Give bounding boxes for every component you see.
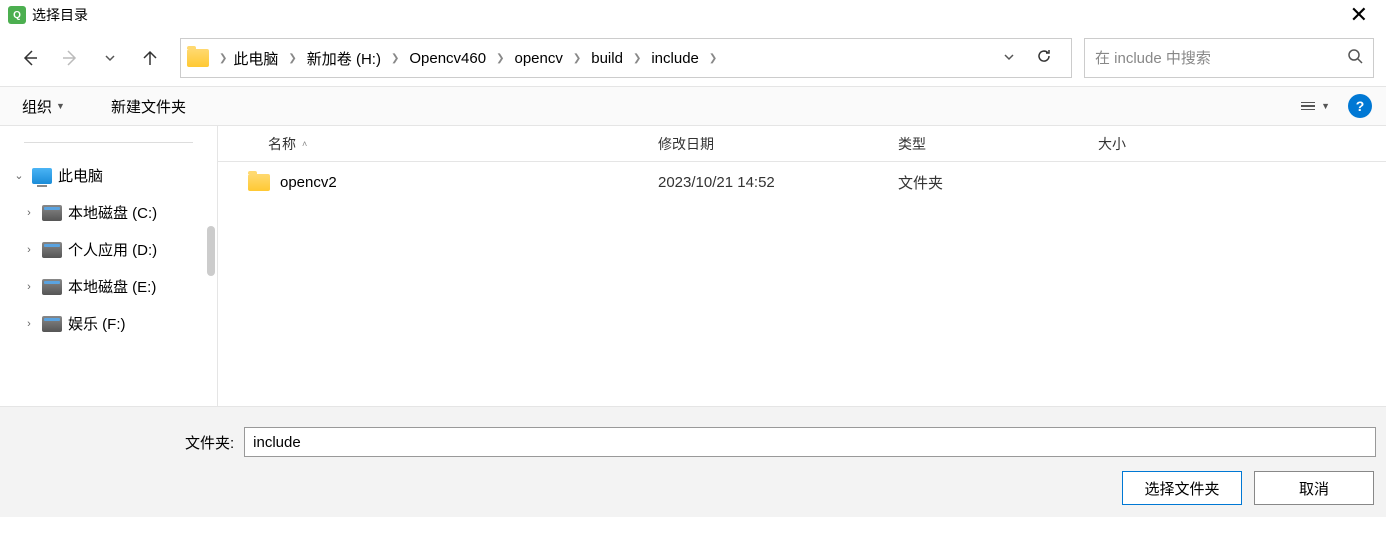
list-item[interactable]: opencv2 2023/10/21 14:52 文件夹 [218,162,1386,202]
chevron-down-icon [1003,51,1015,63]
list-icon [1301,102,1315,111]
cancel-button[interactable]: 取消 [1254,471,1374,505]
close-icon[interactable]: ✕ [1340,2,1378,28]
toolbar: 组织 ▼ 新建文件夹 ▼ ? [0,86,1386,126]
new-folder-label: 新建文件夹 [111,96,186,117]
chevron-right-icon: › [22,318,36,330]
search-box[interactable] [1084,38,1374,78]
navbar: ❯ 此电脑 ❯ 新加卷 (H:) ❯ Opencv460 ❯ opencv ❯ … [0,30,1386,86]
arrow-up-icon [140,48,160,68]
column-size[interactable]: 大小 [1098,134,1218,154]
item-type: 文件夹 [898,172,1098,193]
footer: 文件夹: 选择文件夹 取消 [0,406,1386,517]
list-header: 名称 ˄ 修改日期 类型 大小 [218,126,1386,162]
address-dropdown[interactable] [995,50,1023,66]
arrow-left-icon [20,48,40,68]
tree-this-pc[interactable]: ⌄ 此电脑 [0,157,217,194]
chevron-right-icon: ❯ [707,53,719,64]
tree-label: 个人应用 (D:) [68,239,157,260]
item-date: 2023/10/21 14:52 [658,174,898,191]
forward-button[interactable] [52,40,88,76]
address-bar[interactable]: ❯ 此电脑 ❯ 新加卷 (H:) ❯ Opencv460 ❯ opencv ❯ … [180,38,1072,78]
chevron-right-icon: ❯ [389,53,401,64]
titlebar: Q 选择目录 ✕ [0,0,1386,30]
tree-label: 此电脑 [58,165,103,186]
divider [24,142,193,143]
select-folder-button[interactable]: 选择文件夹 [1122,471,1242,505]
column-name[interactable]: 名称 ˄ [218,134,658,154]
crumb-folder[interactable]: build [587,46,627,71]
chevron-right-icon: ❯ [494,53,506,64]
chevron-down-icon: ⌄ [12,169,26,182]
organize-label: 组织 [22,96,52,117]
sidebar: ⌄ 此电脑 › 本地磁盘 (C:) › 个人应用 (D:) › 本地磁盘 (E:… [0,126,218,406]
folder-icon [187,49,209,67]
chevron-right-icon: › [22,207,36,219]
main-area: ⌄ 此电脑 › 本地磁盘 (C:) › 个人应用 (D:) › 本地磁盘 (E:… [0,126,1386,406]
back-button[interactable] [12,40,48,76]
tree-label: 娱乐 (F:) [68,313,126,334]
breadcrumb: 此电脑 ❯ 新加卷 (H:) ❯ Opencv460 ❯ opencv ❯ bu… [229,44,995,73]
chevron-right-icon: ❯ [217,53,229,64]
chevron-down-icon: ▼ [56,101,65,111]
refresh-button[interactable] [1023,47,1065,70]
scrollbar[interactable] [207,226,215,276]
tree-drive-d[interactable]: › 个人应用 (D:) [0,231,217,268]
crumb-pc[interactable]: 此电脑 [229,44,282,73]
crumb-folder[interactable]: include [647,46,703,71]
tree-drive-e[interactable]: › 本地磁盘 (E:) [0,268,217,305]
pc-icon [32,168,52,184]
sort-asc-icon: ˄ [302,139,307,149]
crumb-drive[interactable]: 新加卷 (H:) [303,44,385,73]
chevron-right-icon: › [22,281,36,293]
chevron-down-icon [104,52,116,64]
chevron-right-icon: ❯ [631,53,643,64]
arrow-right-icon [60,48,80,68]
help-button[interactable]: ? [1348,94,1372,118]
search-input[interactable] [1095,50,1347,67]
drive-icon [42,279,62,295]
view-menu[interactable]: ▼ [1295,101,1336,111]
crumb-folder[interactable]: opencv [510,46,566,71]
window-title: 选择目录 [32,5,88,25]
up-button[interactable] [132,40,168,76]
tree-drive-c[interactable]: › 本地磁盘 (C:) [0,194,217,231]
organize-menu[interactable]: 组织 ▼ [14,92,73,121]
folder-name-input[interactable] [244,427,1376,457]
folder-icon [248,174,270,191]
chevron-down-icon: ▼ [1321,101,1330,111]
crumb-folder[interactable]: Opencv460 [405,46,490,71]
column-name-label: 名称 [268,134,296,154]
new-folder-button[interactable]: 新建文件夹 [103,92,194,121]
refresh-icon [1035,47,1053,65]
drive-icon [42,242,62,258]
chevron-right-icon: ❯ [286,53,298,64]
item-name: opencv2 [280,174,337,191]
chevron-right-icon: ❯ [571,53,583,64]
tree-label: 本地磁盘 (C:) [68,202,157,223]
drive-icon [42,205,62,221]
column-date[interactable]: 修改日期 [658,134,898,154]
tree-drive-f[interactable]: › 娱乐 (F:) [0,305,217,342]
drive-icon [42,316,62,332]
app-icon: Q [8,6,26,24]
history-dropdown[interactable] [92,40,128,76]
folder-name-label: 文件夹: [185,432,234,453]
column-type[interactable]: 类型 [898,134,1098,154]
search-icon[interactable] [1347,48,1363,69]
tree-label: 本地磁盘 (E:) [68,276,156,297]
chevron-right-icon: › [22,244,36,256]
file-list: 名称 ˄ 修改日期 类型 大小 opencv2 2023/10/21 14:52… [218,126,1386,406]
